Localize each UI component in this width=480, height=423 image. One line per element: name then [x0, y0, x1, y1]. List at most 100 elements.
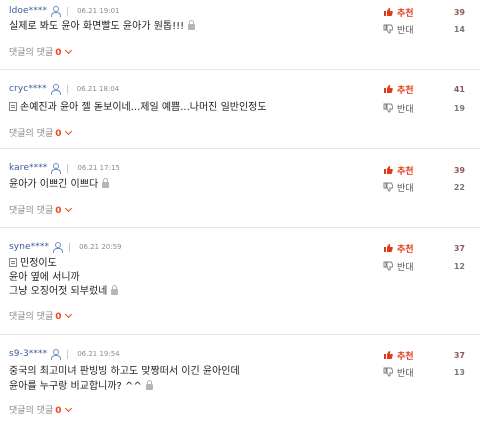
oppose-label: 반대 [397, 262, 414, 273]
chevron-down-icon [64, 46, 72, 55]
chevron-down-icon [64, 204, 72, 213]
thumbs-down-icon [383, 182, 393, 192]
oppose-count: 13 [453, 367, 465, 377]
reply-toggle[interactable]: 댓글의 댓글 0 [9, 203, 72, 216]
thumbs-up-icon [384, 8, 393, 16]
comment-3: kare**** 06.21 17:15 윤아가 이쁘긴 이쁘다 댓글의 댓글 0… [0, 157, 480, 224]
thumbs-down-icon [383, 24, 393, 34]
lock-icon [102, 178, 110, 188]
separator [0, 334, 480, 335]
divider [67, 6, 69, 16]
oppose-label: 반대 [397, 104, 414, 115]
thumbs-up-icon [384, 166, 393, 174]
divider [67, 163, 69, 173]
oppose-button[interactable]: 반대 13 [383, 366, 473, 379]
recommend-count: 39 [453, 7, 465, 17]
recommend-label: 추천 [397, 8, 414, 19]
comment-line: 윤아 옆에 서니까 [9, 272, 80, 283]
oppose-count: 12 [453, 261, 465, 271]
thumbs-up-icon [384, 351, 393, 359]
oppose-button[interactable]: 반대 12 [383, 260, 473, 273]
comment-2: cryc**** 06.21 18:04 손예진과 윤아 젤 돋보이네...제일… [0, 78, 480, 145]
oppose-label: 반대 [397, 183, 414, 194]
reply-count: 0 [55, 48, 62, 58]
oppose-count: 14 [453, 24, 465, 34]
comment-date: 06.21 19:01 [77, 7, 120, 15]
recommend-count: 41 [453, 84, 465, 94]
comment-line: 실제로 봐도 윤아 화면빨도 윤아가 원톱!!! [9, 21, 185, 32]
thumbs-down-icon [383, 261, 393, 271]
thumbs-up-icon [384, 244, 393, 252]
comment-line: 중국의 최고미녀 판빙빙 하고도 맞짱떠서 이긴 윤아인데 [9, 366, 240, 377]
recommend-count: 37 [453, 243, 465, 253]
document-icon [9, 102, 17, 111]
oppose-count: 22 [453, 182, 465, 192]
comment-5: s9-3**** 06.21 19:54 중국의 최고미녀 판빙빙 하고도 맞짱… [0, 343, 480, 423]
separator [0, 69, 480, 70]
chevron-down-icon [64, 310, 72, 319]
document-icon [9, 258, 17, 267]
user-id[interactable]: kare**** [9, 163, 47, 173]
user-id[interactable]: s9-3**** [9, 349, 47, 359]
oppose-button[interactable]: 반대 14 [383, 23, 473, 36]
comment-text: 손예진과 윤아 젤 돋보이네...제일 예쁨...나머진 일반인정도 [9, 100, 267, 116]
user-id[interactable]: cryc**** [9, 84, 47, 94]
chevron-down-icon [64, 404, 72, 413]
reply-toggle[interactable]: 댓글의 댓글 0 [9, 126, 72, 139]
recommend-button[interactable]: 추천 37 [383, 349, 473, 362]
comment-4: syne**** 06.21 20:59 민정이도 윤아 옆에 서니까 그냥 오… [0, 236, 480, 333]
recommend-button[interactable]: 추천 37 [383, 242, 473, 255]
oppose-label: 반대 [397, 368, 414, 379]
thumbs-down-icon [383, 103, 393, 113]
comment-line: 손예진과 윤아 젤 돋보이네...제일 예쁨...나머진 일반인정도 [20, 102, 267, 113]
recommend-count: 39 [453, 165, 465, 175]
chevron-down-icon [64, 127, 72, 136]
comment-line: 그냥 오징어젓 되부렀네 [9, 286, 108, 297]
oppose-count: 19 [453, 103, 465, 113]
comment-date: 06.21 19:54 [77, 350, 120, 358]
oppose-button[interactable]: 반대 22 [383, 181, 473, 194]
oppose-button[interactable]: 반대 19 [383, 102, 473, 115]
comment-line: 윤아가 이쁘긴 이쁘다 [9, 179, 99, 190]
comment-text: 실제로 봐도 윤아 화면빨도 윤아가 원톱!!! [9, 19, 196, 35]
comment-text: 윤아가 이쁘긴 이쁘다 [9, 177, 110, 193]
thumbs-down-icon [383, 367, 393, 377]
recommend-label: 추천 [397, 85, 414, 96]
recommend-label: 추천 [397, 351, 414, 362]
user-profile-icon[interactable] [51, 6, 62, 17]
reply-toggle[interactable]: 댓글의 댓글 0 [9, 309, 72, 322]
divider [67, 349, 69, 359]
reply-count: 0 [55, 406, 62, 416]
comment-line: 민정이도 [20, 258, 57, 269]
comment-text: 중국의 최고미녀 판빙빙 하고도 맞짱떠서 이긴 윤아인데 윤아를 누구랑 비교… [9, 364, 240, 394]
reply-label: 댓글의 댓글 [9, 129, 54, 139]
user-profile-icon[interactable] [53, 242, 64, 253]
comment-1: ldoe**** 06.21 19:01 실제로 봐도 윤아 화면빨도 윤아가 … [0, 0, 480, 67]
user-id[interactable]: syne**** [9, 242, 49, 252]
comment-line: 윤아를 누구랑 비교합니까? ^^ [9, 381, 142, 392]
recommend-count: 37 [453, 350, 465, 360]
thumbs-up-icon [384, 85, 393, 93]
reply-label: 댓글의 댓글 [9, 48, 54, 58]
lock-icon [188, 20, 196, 30]
divider [69, 242, 71, 252]
lock-icon [111, 285, 119, 295]
comment-date: 06.21 20:59 [79, 243, 122, 251]
user-profile-icon[interactable] [51, 349, 62, 360]
user-profile-icon[interactable] [51, 163, 62, 174]
comment-date: 06.21 18:04 [76, 85, 120, 93]
recommend-button[interactable]: 추천 39 [383, 6, 473, 19]
recommend-button[interactable]: 추천 41 [383, 83, 473, 96]
separator [0, 148, 480, 149]
reply-toggle[interactable]: 댓글의 댓글 0 [9, 45, 72, 58]
reply-count: 0 [55, 312, 62, 322]
comment-meta: ldoe**** 06.21 19:01 [9, 5, 120, 17]
user-profile-icon[interactable] [50, 84, 61, 95]
reply-toggle[interactable]: 댓글의 댓글 0 [9, 403, 72, 416]
comment-meta: syne**** 06.21 20:59 [9, 241, 122, 253]
comment-text: 민정이도 윤아 옆에 서니까 그냥 오징어젓 되부렀네 [9, 257, 119, 299]
comment-meta: kare**** 06.21 17:15 [9, 162, 120, 174]
user-id[interactable]: ldoe**** [9, 6, 47, 16]
recommend-button[interactable]: 추천 39 [383, 164, 473, 177]
divider [66, 84, 68, 94]
